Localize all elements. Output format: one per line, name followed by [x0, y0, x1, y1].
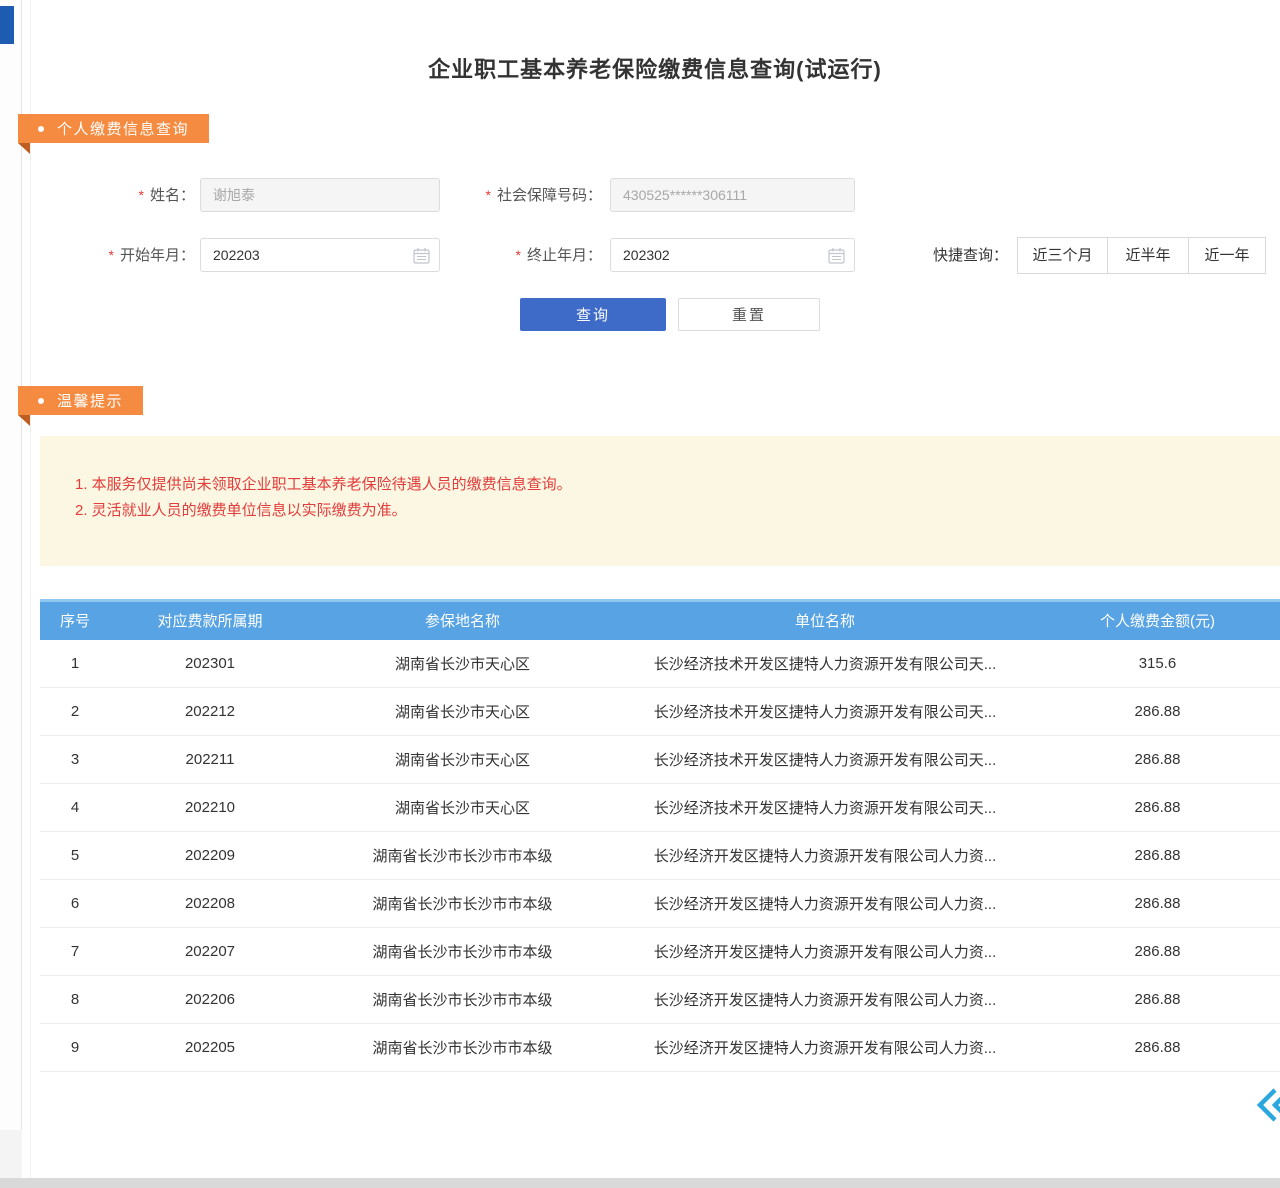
page-title: 企业职工基本养老保险缴费信息查询(试运行) — [30, 52, 1280, 84]
table-row: 3202211湖南省长沙市天心区长沙经济技术开发区捷特人力资源开发有限公司天..… — [40, 736, 1280, 784]
table-cell: 长沙经济开发区捷特人力资源开发有限公司人力资... — [615, 880, 1035, 928]
table-row: 7202207湖南省长沙市长沙市市本级长沙经济开发区捷特人力资源开发有限公司人力… — [40, 928, 1280, 976]
bullet-dot-icon — [38, 398, 44, 404]
table-cell: 湖南省长沙市长沙市市本级 — [310, 1024, 615, 1072]
table-row: 8202206湖南省长沙市长沙市市本级长沙经济开发区捷特人力资源开发有限公司人力… — [40, 976, 1280, 1024]
table-cell: 286.88 — [1035, 880, 1280, 928]
header-employer: 单位名称 — [615, 601, 1035, 640]
table-row: 5202209湖南省长沙市长沙市市本级长沙经济开发区捷特人力资源开发有限公司人力… — [40, 832, 1280, 880]
table-cell: 湖南省长沙市长沙市市本级 — [310, 880, 615, 928]
table-cell: 286.88 — [1035, 1024, 1280, 1072]
collapsed-sidebar — [0, 0, 22, 1188]
table-cell: 4 — [40, 784, 110, 832]
table-cell: 3 — [40, 736, 110, 784]
table-cell: 8 — [40, 976, 110, 1024]
table-cell: 长沙经济技术开发区捷特人力资源开发有限公司天... — [615, 784, 1035, 832]
table-row: 2202212湖南省长沙市天心区长沙经济技术开发区捷特人力资源开发有限公司天..… — [40, 688, 1280, 736]
table-cell: 202212 — [110, 688, 310, 736]
table-row: 4202210湖南省长沙市天心区长沙经济技术开发区捷特人力资源开发有限公司天..… — [40, 784, 1280, 832]
table-cell: 长沙经济开发区捷特人力资源开发有限公司人力资... — [615, 832, 1035, 880]
table-row: 9202205湖南省长沙市长沙市市本级长沙经济开发区捷特人力资源开发有限公司人力… — [40, 1024, 1280, 1072]
table-cell: 202301 — [110, 640, 310, 688]
table-cell: 286.88 — [1035, 832, 1280, 880]
results-table: 序号 对应费款所属期 参保地名称 单位名称 个人缴费金额(元) 1202301湖… — [40, 599, 1280, 1072]
double-chevron-left-icon[interactable] — [1253, 1086, 1280, 1124]
table-row: 1202301湖南省长沙市天心区长沙经济技术开发区捷特人力资源开发有限公司天..… — [40, 640, 1280, 688]
table-cell: 长沙经济开发区捷特人力资源开发有限公司人力资... — [615, 928, 1035, 976]
results-table-body: 1202301湖南省长沙市天心区长沙经济技术开发区捷特人力资源开发有限公司天..… — [40, 640, 1280, 1072]
tips-notice-box: 1. 本服务仅提供尚未领取企业职工基本养老保险待遇人员的缴费信息查询。 2. 灵… — [40, 436, 1280, 566]
table-cell: 湖南省长沙市天心区 — [310, 640, 615, 688]
table-header-row: 序号 对应费款所属期 参保地名称 单位名称 个人缴费金额(元) — [40, 601, 1280, 640]
required-asterisk: * — [109, 247, 114, 263]
table-cell: 5 — [40, 832, 110, 880]
table-cell: 9 — [40, 1024, 110, 1072]
header-period: 对应费款所属期 — [110, 601, 310, 640]
section-header-tips: 温馨提示 — [18, 386, 143, 415]
table-cell: 湖南省长沙市长沙市市本级 — [310, 832, 615, 880]
end-month-label: *终止年月： — [430, 238, 602, 272]
start-month-label: *开始年月： — [60, 238, 195, 272]
table-cell: 长沙经济技术开发区捷特人力资源开发有限公司天... — [615, 736, 1035, 784]
ribbon-fold — [18, 415, 30, 426]
table-cell: 202208 — [110, 880, 310, 928]
required-asterisk: * — [516, 247, 521, 263]
bottom-scrollbar-track[interactable] — [0, 1178, 1280, 1188]
table-cell: 湖南省长沙市长沙市市本级 — [310, 976, 615, 1024]
table-cell: 湖南省长沙市天心区 — [310, 784, 615, 832]
table-cell: 湖南省长沙市天心区 — [310, 688, 615, 736]
table-cell: 7 — [40, 928, 110, 976]
table-cell: 202207 — [110, 928, 310, 976]
calendar-icon[interactable] — [828, 247, 845, 264]
section-header-personal-query: 个人缴费信息查询 — [18, 114, 209, 143]
query-button[interactable]: 查询 — [520, 298, 666, 331]
quick-option-3months[interactable]: 近三个月 — [1017, 237, 1108, 274]
quick-query-label: 快捷查询： — [933, 237, 1008, 274]
table-cell: 湖南省长沙市长沙市市本级 — [310, 928, 615, 976]
table-cell: 315.6 — [1035, 640, 1280, 688]
table-cell: 202209 — [110, 832, 310, 880]
ssn-input — [610, 178, 855, 212]
corner-accent-block — [0, 6, 14, 44]
tips-line: 1. 本服务仅提供尚未领取企业职工基本养老保险待遇人员的缴费信息查询。 — [75, 472, 1260, 498]
tips-line: 2. 灵活就业人员的缴费单位信息以实际缴费为准。 — [75, 498, 1260, 524]
section-title: 个人缴费信息查询 — [57, 118, 189, 139]
required-asterisk: * — [139, 187, 144, 203]
table-cell: 6 — [40, 880, 110, 928]
reset-button[interactable]: 重置 — [678, 298, 820, 331]
table-cell: 长沙经济技术开发区捷特人力资源开发有限公司天... — [615, 688, 1035, 736]
header-amount: 个人缴费金额(元) — [1035, 601, 1280, 640]
name-input — [200, 178, 440, 212]
quick-option-halfyear[interactable]: 近半年 — [1107, 237, 1189, 274]
calendar-icon[interactable] — [413, 247, 430, 264]
table-cell: 湖南省长沙市天心区 — [310, 736, 615, 784]
end-month-input[interactable] — [610, 238, 855, 272]
quick-option-year[interactable]: 近一年 — [1188, 237, 1266, 274]
table-cell: 286.88 — [1035, 976, 1280, 1024]
table-cell: 长沙经济技术开发区捷特人力资源开发有限公司天... — [615, 640, 1035, 688]
table-cell: 2 — [40, 688, 110, 736]
table-cell: 286.88 — [1035, 784, 1280, 832]
table-cell: 286.88 — [1035, 688, 1280, 736]
table-cell: 202205 — [110, 1024, 310, 1072]
name-label: *姓名： — [60, 178, 195, 212]
bullet-dot-icon — [38, 126, 44, 132]
table-cell: 长沙经济开发区捷特人力资源开发有限公司人力资... — [615, 976, 1035, 1024]
table-cell: 202211 — [110, 736, 310, 784]
table-cell: 286.88 — [1035, 736, 1280, 784]
ssn-label: *社会保障号码： — [430, 178, 602, 212]
header-seq: 序号 — [40, 601, 110, 640]
table-cell: 长沙经济开发区捷特人力资源开发有限公司人力资... — [615, 1024, 1035, 1072]
required-asterisk: * — [486, 187, 491, 203]
table-row: 6202208湖南省长沙市长沙市市本级长沙经济开发区捷特人力资源开发有限公司人力… — [40, 880, 1280, 928]
table-cell: 202210 — [110, 784, 310, 832]
header-insured-place: 参保地名称 — [310, 601, 615, 640]
start-month-input[interactable] — [200, 238, 440, 272]
table-cell: 1 — [40, 640, 110, 688]
table-cell: 202206 — [110, 976, 310, 1024]
section-title: 温馨提示 — [57, 390, 123, 411]
ribbon-fold — [18, 143, 30, 154]
table-cell: 286.88 — [1035, 928, 1280, 976]
